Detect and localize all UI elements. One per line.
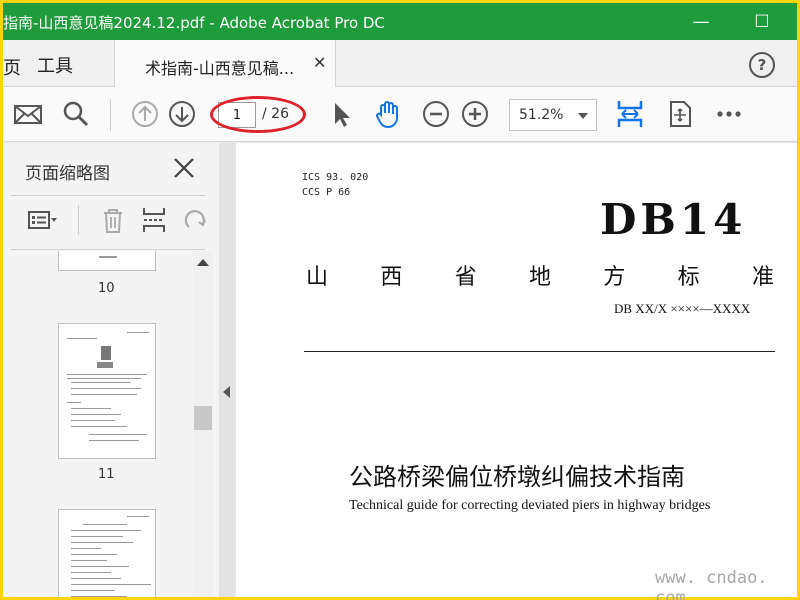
tab-tools[interactable]: 工具 <box>37 52 73 78</box>
document-subtitle: Technical guide for correcting deviated … <box>349 498 711 513</box>
insert-pages-icon[interactable] <box>140 205 170 235</box>
document-page: ICS 93. 020 CCS P 66 DB14 山 西 省 地 方 标 准 … <box>236 143 797 597</box>
thumbnail-page-11[interactable] <box>58 323 156 459</box>
thumbnail-page-12[interactable] <box>58 509 156 597</box>
rotate-icon[interactable] <box>180 205 210 235</box>
trash-icon[interactable] <box>98 205 128 235</box>
thumbnail-text-line <box>71 536 123 537</box>
thumbnail-text-line <box>127 516 149 517</box>
tab-document[interactable]: 术指南-山西意见稿... ✕ <box>114 40 336 87</box>
pointer-icon[interactable] <box>325 98 357 130</box>
thumbnails-panel: 页面缩略图 10 11 <box>3 143 219 597</box>
thumbnail-text-line <box>71 426 127 427</box>
thumbnail-label: 11 <box>98 467 115 482</box>
chevron-left-icon <box>223 386 230 398</box>
toolbar: / 26 51.2% <box>3 87 797 142</box>
thumbnail-page-10[interactable] <box>58 251 156 271</box>
ccs-code: CCS P 66 <box>302 187 351 198</box>
panel-divider <box>11 195 205 196</box>
annotation-oval <box>210 96 306 133</box>
thumbnail-text-line <box>89 434 147 435</box>
standard-code: DB14 <box>600 195 747 244</box>
thumbnail-text-line <box>71 394 137 395</box>
tab-close-icon[interactable]: ✕ <box>313 53 326 72</box>
title-rule <box>304 351 775 352</box>
thumbnail-text-line <box>67 338 97 339</box>
thumbnail-list: 10 11 <box>3 251 193 597</box>
thumbnail-text-line <box>71 542 133 543</box>
standard-char: 方 <box>603 265 626 290</box>
panel-separator <box>78 205 79 235</box>
standard-char: 地 <box>528 265 551 290</box>
panel-collapse-handle[interactable] <box>219 143 235 597</box>
help-icon[interactable]: ? <box>749 52 775 78</box>
scroll-up-icon[interactable] <box>197 259 209 266</box>
thumbnail-text-line <box>127 332 149 333</box>
maximize-button[interactable]: ☐ <box>745 7 779 37</box>
thumbnail-scrollbar[interactable] <box>193 251 213 597</box>
standard-char: 标 <box>677 265 700 290</box>
thumbnail-text-line <box>71 408 111 409</box>
thumbnail-text-line <box>71 560 107 561</box>
ics-code: ICS 93. 020 <box>302 172 369 183</box>
thumbnail-text-line <box>71 420 115 421</box>
zoom-in-icon[interactable] <box>459 98 491 130</box>
arrow-down-icon[interactable] <box>166 98 198 130</box>
thumbnail-text-line <box>71 554 117 555</box>
thumbnail-text-line <box>71 382 131 383</box>
zoom-out-icon[interactable] <box>420 98 452 130</box>
close-icon[interactable] <box>171 155 197 181</box>
thumbnail-text-line <box>71 548 101 549</box>
thumbnail-text-line <box>67 378 141 379</box>
document-number: DB XX/X ××××—XXXX <box>614 301 751 316</box>
thumbnail-text-line <box>71 584 151 585</box>
app-window: 指南-山西意见稿2024.12.pdf - Adobe Acrobat Pro … <box>3 3 797 597</box>
thumbnail-text-line <box>71 566 129 567</box>
standard-char: 省 <box>454 265 477 290</box>
standard-char: 准 <box>751 265 774 290</box>
options-menu-icon[interactable] <box>27 205 57 235</box>
thumbnail-figure <box>97 362 113 368</box>
hand-icon[interactable] <box>372 98 404 130</box>
standard-char: 山 <box>306 265 329 290</box>
arrow-up-icon[interactable] <box>129 98 161 130</box>
window-title: 指南-山西意见稿2024.12.pdf - Adobe Acrobat Pro … <box>3 14 385 32</box>
thumbnail-text-line <box>71 414 121 415</box>
tab-bar: 页 工具 术指南-山西意见稿... ✕ ? <box>3 40 797 87</box>
document-title: 公路桥梁偏位桥墩纠偏技术指南 <box>349 463 685 491</box>
standard-char: 西 <box>380 265 403 290</box>
chevron-down-icon <box>578 113 588 119</box>
search-icon[interactable] <box>60 98 92 130</box>
zoom-value: 51.2% <box>519 107 564 123</box>
panel-title: 页面缩略图 <box>25 164 110 184</box>
thumbnail-text-line <box>71 596 127 597</box>
thumbnail-text-line <box>99 256 117 258</box>
thumbnail-text-line <box>89 440 139 441</box>
panel-divider <box>11 249 205 250</box>
toolbar-separator <box>110 99 111 131</box>
tab-document-label: 术指南-山西意见稿... <box>145 59 295 78</box>
more-icon[interactable] <box>713 98 745 130</box>
thumbnail-text-line <box>71 578 121 579</box>
standard-type-row: 山 西 省 地 方 标 准 <box>306 259 774 290</box>
envelope-icon[interactable] <box>12 98 44 130</box>
thumbnail-text-line <box>71 572 111 573</box>
minimize-button[interactable]: — <box>684 7 718 37</box>
watermark: www. cndao. com <box>655 568 768 600</box>
scrollbar-thumb[interactable] <box>194 406 212 430</box>
thumbnail-figure <box>101 346 111 360</box>
thumbnail-text-line <box>67 374 147 375</box>
fit-width-icon[interactable] <box>614 98 646 130</box>
thumbnail-text-line <box>71 530 141 531</box>
title-bar: 指南-山西意见稿2024.12.pdf - Adobe Acrobat Pro … <box>3 3 797 40</box>
thumbnail-text-line <box>71 388 141 389</box>
thumbnail-text-line <box>83 524 127 525</box>
thumbnail-label: 10 <box>98 281 115 296</box>
zoom-select[interactable]: 51.2% <box>509 99 597 131</box>
rotate-page-icon[interactable] <box>664 98 696 130</box>
tab-home[interactable]: 页 <box>3 54 21 80</box>
thumbnail-text-line <box>67 402 81 403</box>
thumbnail-text-line <box>71 590 115 591</box>
